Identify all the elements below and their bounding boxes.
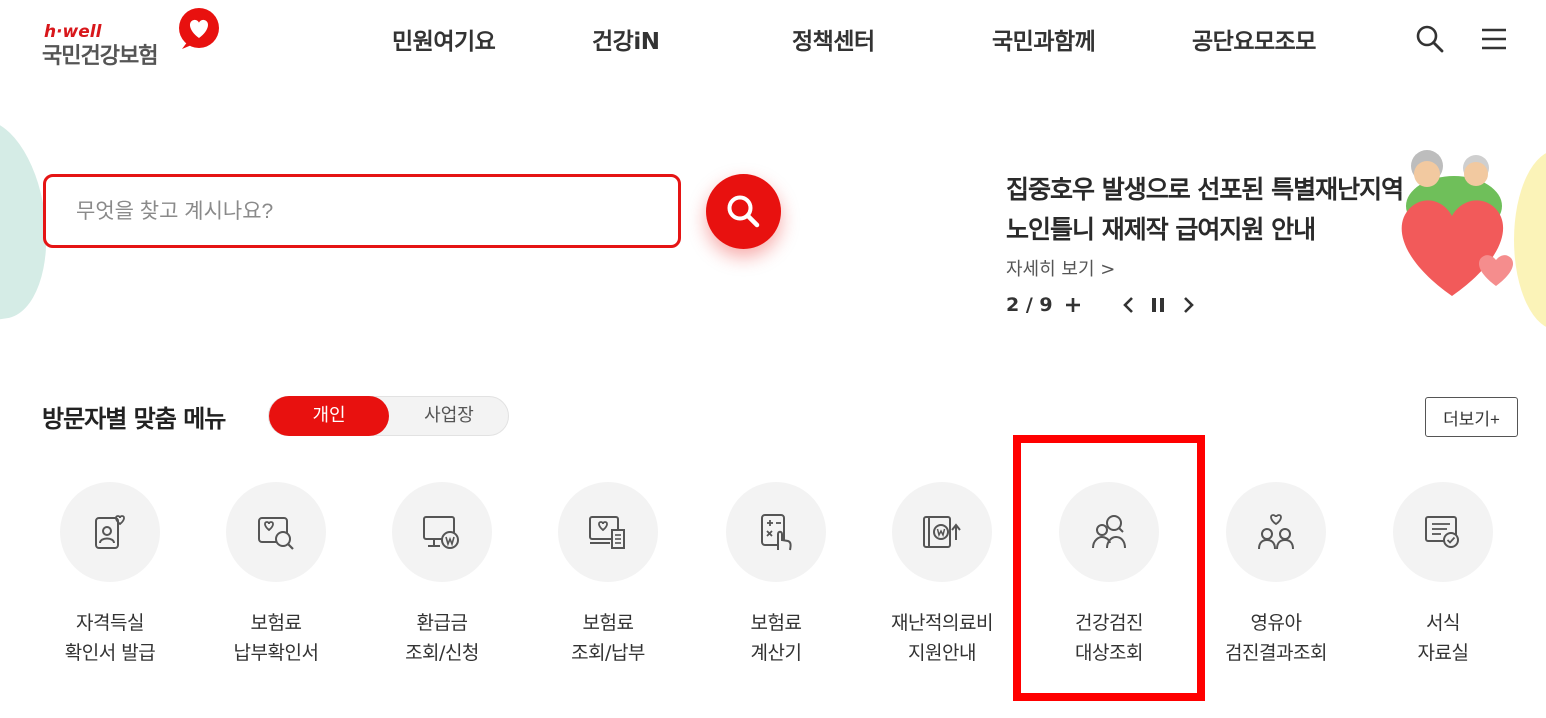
banner-title-line2: 노인틀니 재제작 급여지원 안내: [1006, 215, 1316, 244]
document-search-icon: [258, 517, 294, 550]
banner-next-icon[interactable]: [1177, 292, 1199, 318]
menu-item-catastrophic-medical-support[interactable]: 재난적의료비 지원안내: [859, 482, 1025, 682]
menu-label-line2: 검진결과조회: [1225, 642, 1327, 664]
menu-label-line1: 영유아: [1250, 612, 1302, 634]
menu-icon-circle: [60, 482, 160, 582]
nav-item-policy[interactable]: 정책센터: [792, 22, 875, 56]
menu-label-line1: 서식: [1426, 612, 1460, 634]
nav-item-minwon[interactable]: 민원여기요: [392, 22, 496, 56]
menu-label-line2: 자료실: [1417, 642, 1469, 664]
banner-prev-icon[interactable]: [1118, 292, 1140, 318]
menu-item-refund-inquiry[interactable]: 환급금 조회/신청: [359, 482, 525, 682]
nav-item-about[interactable]: 공단요모조모: [1192, 22, 1316, 56]
banner-title-line1: 집중호우 발생으로 선포된 특별재난지역: [1006, 175, 1404, 204]
visitor-type-toggle: 개인 사업장: [268, 396, 509, 436]
menu-item-form-library[interactable]: 서식 자료실: [1360, 482, 1526, 682]
menu-icon-circle: [726, 482, 826, 582]
menu-item-label: 보험료 납부확인서: [193, 608, 359, 668]
menu-label-line2: 지원안내: [908, 642, 976, 664]
menu-label-line1: 보험료: [582, 612, 634, 634]
search-icon[interactable]: [1415, 24, 1445, 54]
highlight-box: [1013, 435, 1205, 701]
search-box: [43, 174, 681, 248]
menu-item-premium-inquiry-payment[interactable]: 보험료 조회/납부: [525, 482, 691, 682]
nav-item-with-people[interactable]: 국민과함께: [992, 22, 1096, 56]
nav-item-health-in[interactable]: 건강iN: [592, 22, 660, 56]
menu-icon-circle: [892, 482, 992, 582]
menu-label-line2: 계산기: [750, 642, 802, 664]
hamburger-menu-icon[interactable]: [1479, 24, 1509, 54]
menu-item-label: 보험료 조회/납부: [525, 608, 691, 668]
more-button[interactable]: 더보기+: [1425, 397, 1518, 437]
menu-item-label: 자격득실 확인서 발급: [27, 608, 193, 668]
menu-item-label: 재난적의료비 지원안내: [859, 608, 1025, 668]
visitor-menu-title: 방문자별 맞춤 메뉴: [42, 405, 226, 433]
menu-label-line1: 자격득실: [76, 612, 144, 634]
menu-label-line2: 조회/신청: [405, 642, 479, 664]
menu-label-line2: 납부확인서: [233, 642, 319, 664]
banner-title[interactable]: 집중호우 발생으로 선포된 특별재난지역 노인틀니 재제작 급여지원 안내: [1006, 170, 1404, 250]
monitor-won-icon: [423, 516, 459, 549]
menu-item-eligibility-certificate[interactable]: 자격득실 확인서 발급: [27, 482, 193, 682]
menu-icon-circle: [392, 482, 492, 582]
menu-label-line1: 보험료: [250, 612, 302, 634]
menu-label-line2: 확인서 발급: [64, 642, 156, 664]
menu-item-label: 영유아 검진결과조회: [1193, 608, 1359, 668]
menu-label-line1: 환급금: [416, 612, 468, 634]
toggle-individual[interactable]: 개인: [269, 396, 389, 436]
banner-pause-icon[interactable]: [1147, 292, 1169, 318]
monitor-receipt-icon: [589, 516, 625, 549]
menu-label-line1: 재난적의료비: [891, 612, 993, 634]
search-input[interactable]: [76, 194, 636, 230]
search-button[interactable]: [706, 174, 781, 249]
menu-item-premium-payment-certificate[interactable]: 보험료 납부확인서: [193, 482, 359, 682]
calculator-hand-icon: [761, 514, 792, 551]
banner-counter: 2 / 9: [1006, 294, 1053, 316]
main-nav: 민원여기요 건강iN 정책센터 국민과함께 공단요모조모: [0, 22, 1546, 62]
menu-item-label: 서식 자료실: [1360, 608, 1526, 668]
menu-item-premium-calculator[interactable]: 보험료 계산기: [693, 482, 859, 682]
search-button-icon: [727, 195, 760, 228]
menu-icon-circle: [226, 482, 326, 582]
id-card-heart-icon: [95, 515, 125, 549]
menu-item-infant-checkup-results[interactable]: 영유아 검진결과조회: [1193, 482, 1359, 682]
menu-icon-circle: [1393, 482, 1493, 582]
banner-expand-plus-icon[interactable]: [1062, 292, 1084, 318]
banner-more-link[interactable]: 자세히 보기 >: [1006, 255, 1115, 281]
form-check-icon: [1425, 516, 1459, 548]
menu-item-label: 환급금 조회/신청: [359, 608, 525, 668]
elderly-couple-heart-illustration: [1401, 150, 1514, 296]
toggle-business[interactable]: 사업장: [389, 396, 509, 436]
menu-label-line2: 조회/납부: [571, 642, 645, 664]
menu-icon-circle: [558, 482, 658, 582]
family-heart-icon: [1258, 514, 1294, 550]
book-won-icon: [923, 516, 961, 548]
menu-item-label: 보험료 계산기: [693, 608, 859, 668]
menu-label-line1: 보험료: [750, 612, 802, 634]
menu-icon-circle: [1226, 482, 1326, 582]
